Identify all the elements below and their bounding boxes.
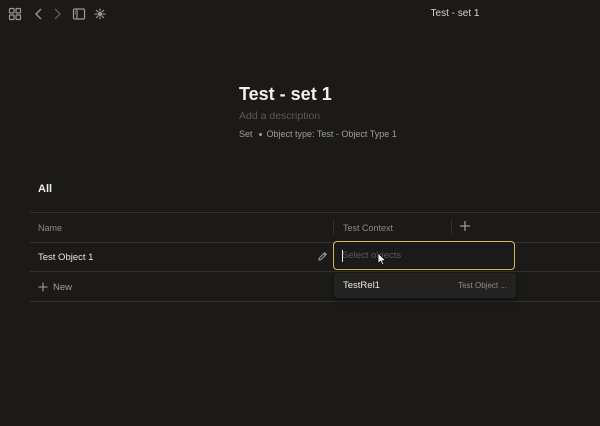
dropdown-option[interactable]: TestRel1 Test Object ...: [334, 273, 516, 298]
new-row-button[interactable]: New: [38, 281, 72, 293]
option-type: Test Object ...: [458, 281, 507, 290]
column-divider: [451, 220, 452, 234]
column-header-test-context[interactable]: Test Context: [343, 223, 393, 233]
text-caret: [342, 250, 343, 262]
column-divider: [333, 220, 334, 234]
sidebar-icon[interactable]: [72, 7, 86, 21]
row-name-cell[interactable]: Test Object 1: [38, 252, 93, 263]
separator-dot: [258, 132, 262, 136]
table-bottom-divider: [30, 301, 600, 302]
set-meta: Set Object type: Test - Object Type 1: [239, 129, 397, 139]
description-field[interactable]: Add a description: [239, 110, 320, 122]
new-row-label: New: [53, 281, 73, 293]
top-bar: Test - set 1: [0, 0, 600, 30]
grid-icon[interactable]: [8, 7, 22, 21]
add-column-button[interactable]: [459, 220, 471, 232]
pencil-icon[interactable]: [317, 251, 328, 262]
objects-dropdown: TestRel1 Test Object ...: [334, 273, 516, 298]
select-objects-input[interactable]: [334, 242, 514, 269]
forward-arrow-icon[interactable]: [50, 7, 64, 21]
back-arrow-icon[interactable]: [32, 7, 46, 21]
object-type-link[interactable]: Object type: Test - Object Type 1: [267, 129, 397, 139]
page-title[interactable]: Test - set 1: [239, 84, 332, 105]
column-header-name[interactable]: Name: [38, 223, 62, 233]
row-divider: [30, 271, 600, 272]
window-title: Test - set 1: [430, 8, 480, 19]
view-tab-all[interactable]: All: [38, 183, 52, 195]
mouse-pointer-icon: [377, 252, 387, 266]
relation-cell-editor: [333, 241, 515, 270]
graph-icon[interactable]: [93, 7, 107, 21]
plus-icon: [38, 282, 48, 292]
option-name: TestRel1: [343, 280, 380, 291]
table-top-divider: [30, 212, 600, 213]
set-type-label: Set: [239, 129, 253, 139]
app-window: Test - set 1 Test - set 1 Add a descript…: [0, 0, 600, 426]
